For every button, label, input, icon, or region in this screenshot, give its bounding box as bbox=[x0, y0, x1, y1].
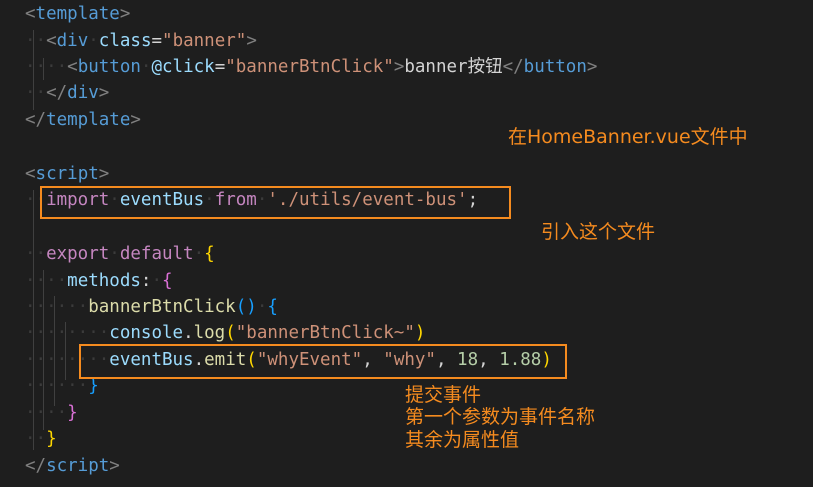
brace: } bbox=[46, 429, 57, 449]
indent-dots: ···· bbox=[25, 271, 68, 291]
code-line-12: ······bannerBtnClick()·{ bbox=[25, 294, 278, 320]
tag-bracket: </ bbox=[502, 57, 524, 77]
code-line-17: ··} bbox=[25, 426, 57, 452]
colon: : bbox=[140, 271, 152, 291]
tag-bracket: > bbox=[586, 57, 598, 77]
tag-name: div bbox=[67, 83, 99, 103]
equals-sign: = bbox=[214, 57, 226, 77]
indent-dots: ·· bbox=[25, 83, 47, 103]
tag-name: script bbox=[46, 456, 110, 476]
tag-bracket: > bbox=[109, 456, 120, 476]
indent-dots: ······ bbox=[25, 376, 89, 396]
tag-bracket: </ bbox=[25, 110, 47, 130]
tag-bracket: > bbox=[246, 31, 257, 51]
indent-dots: ·· bbox=[46, 57, 68, 77]
indent-dots: · bbox=[25, 31, 36, 51]
file-annotation: 在HomeBanner.vue文件中 bbox=[508, 126, 748, 148]
tag-bracket: > bbox=[119, 4, 131, 24]
brace: } bbox=[67, 403, 78, 423]
tag-bracket: < bbox=[25, 4, 36, 24]
tag-name: div bbox=[56, 31, 89, 51]
tag-bracket: > bbox=[393, 57, 405, 77]
code-line-7: <script> bbox=[25, 161, 109, 187]
code-line-16: ····} bbox=[25, 400, 78, 426]
space-dot: · bbox=[151, 271, 163, 291]
tag-bracket: < bbox=[67, 57, 78, 77]
object-name: console bbox=[109, 323, 184, 343]
emit-annotation-1: 提交事件 bbox=[405, 384, 482, 406]
tag-name: template bbox=[35, 4, 120, 24]
tag-bracket: </ bbox=[46, 83, 68, 103]
tag-bracket: </ bbox=[25, 456, 47, 476]
code-line-18: </script> bbox=[25, 453, 120, 479]
tag-name: button bbox=[523, 57, 587, 77]
space-dot: · bbox=[109, 244, 120, 264]
space-dot: · bbox=[193, 244, 205, 264]
import-highlight-box bbox=[40, 186, 511, 219]
parens: () bbox=[235, 297, 257, 317]
string-arg: "bannerBtnClick~" bbox=[235, 323, 415, 343]
code-line-13: ········console.log("bannerBtnClick~") bbox=[25, 320, 425, 346]
code-line-4: ··</div> bbox=[25, 80, 109, 106]
brace: { bbox=[267, 297, 278, 317]
code-line-3: ····<button·@click="bannerBtnClick">bann… bbox=[25, 54, 597, 80]
space-dot: · bbox=[88, 31, 99, 51]
tag-bracket: < bbox=[46, 31, 57, 51]
paren: ) bbox=[414, 323, 426, 343]
tag-bracket: > bbox=[98, 83, 110, 103]
tag-name: button bbox=[77, 57, 141, 77]
keyword-default: default bbox=[119, 244, 194, 264]
emit-highlight-box bbox=[79, 344, 567, 379]
tag-name: template bbox=[46, 110, 131, 130]
function-name: log bbox=[193, 323, 226, 343]
paren: ( bbox=[225, 323, 236, 343]
import-annotation: 引入这个文件 bbox=[541, 221, 656, 243]
indent-dots: · bbox=[35, 31, 47, 51]
tag-bracket: > bbox=[130, 110, 141, 130]
tag-bracket: > bbox=[98, 164, 110, 184]
code-editor[interactable]: <template> ··<div·class="banner"> ····<b… bbox=[0, 0, 813, 487]
indent-dots: ···· bbox=[25, 403, 68, 423]
code-line-5: </template> bbox=[25, 107, 141, 133]
indent-dots: ········ bbox=[25, 323, 110, 343]
button-text: banner按钮 bbox=[404, 57, 503, 77]
attr-value: "banner" bbox=[162, 31, 247, 51]
emit-annotation-3: 其余为属性值 bbox=[405, 429, 520, 451]
keyword-export: export bbox=[46, 244, 110, 264]
brace: { bbox=[162, 271, 173, 291]
tag-name: script bbox=[35, 164, 99, 184]
code-line-11: ····methods:·{ bbox=[25, 268, 173, 294]
equals-sign: = bbox=[151, 31, 163, 51]
indent-dots: ·· bbox=[25, 429, 47, 449]
attr-name: class bbox=[98, 31, 152, 51]
indent-dots: ·· bbox=[25, 244, 47, 264]
emit-annotation-2: 第一个参数为事件名称 bbox=[405, 406, 596, 428]
space-dot: · bbox=[256, 297, 268, 317]
method-name: bannerBtnClick bbox=[88, 297, 236, 317]
attr-name: @click bbox=[151, 57, 215, 77]
code-line-2: ··<div·class="banner"> bbox=[25, 28, 257, 54]
brace: } bbox=[88, 376, 99, 396]
property-name: methods bbox=[67, 271, 141, 291]
dot: . bbox=[183, 323, 194, 343]
code-line-10: ··export·default·{ bbox=[25, 241, 215, 267]
space-dot: · bbox=[140, 57, 152, 77]
indent-dots: ······ bbox=[25, 297, 89, 317]
brace: { bbox=[204, 244, 215, 264]
attr-value: "bannerBtnClick" bbox=[225, 57, 394, 77]
tag-bracket: < bbox=[25, 164, 36, 184]
indent-dots: ·· bbox=[25, 57, 47, 77]
code-line-1: <template> bbox=[25, 1, 130, 27]
